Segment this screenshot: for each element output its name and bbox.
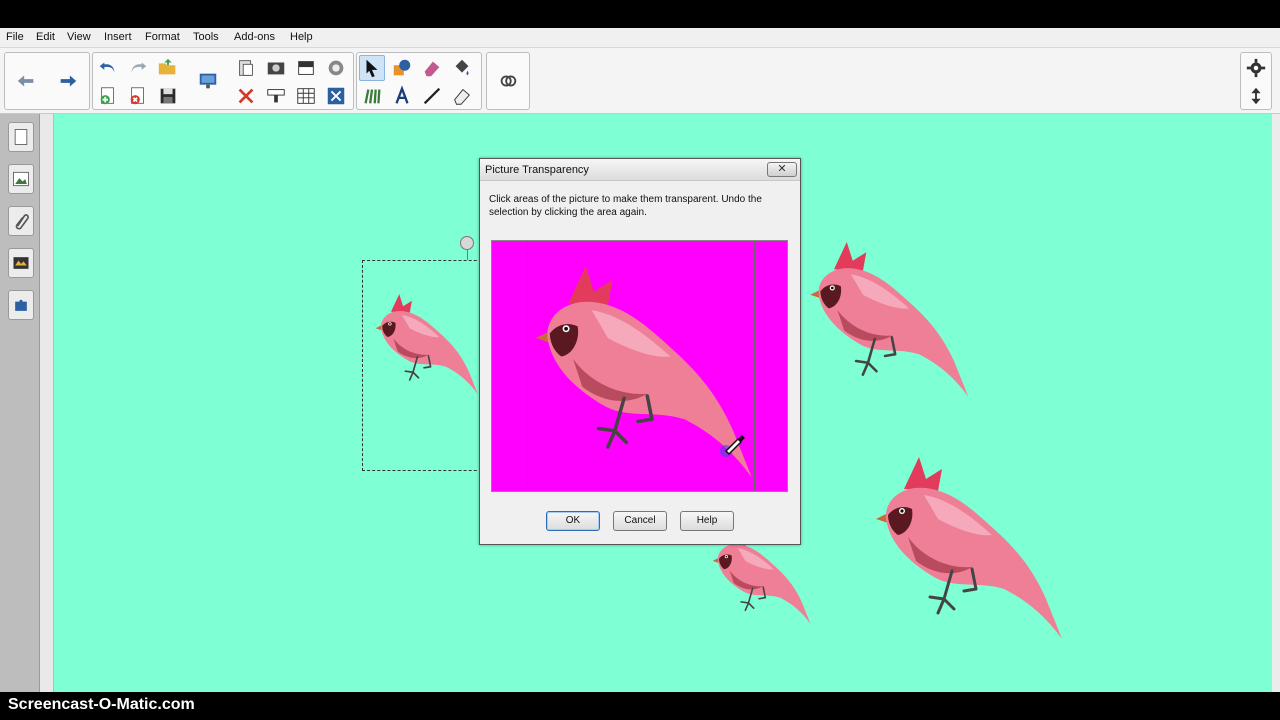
settings-icon[interactable]: [1243, 55, 1269, 81]
toolbar: [0, 48, 1280, 114]
document-camera-icon[interactable]: [323, 83, 349, 109]
save-icon[interactable]: [155, 83, 181, 109]
addons-icon[interactable]: [8, 290, 34, 320]
cancel-button[interactable]: Cancel: [613, 511, 667, 531]
dialog-title: Picture Transparency: [485, 164, 589, 176]
watermark: Screencast-O-Matic.com: [8, 696, 195, 713]
menu-tools[interactable]: Tools: [193, 31, 219, 43]
canvas-scrollbar[interactable]: [1272, 114, 1280, 692]
picture-preview[interactable]: [491, 240, 788, 492]
text-icon[interactable]: [389, 83, 415, 109]
close-icon[interactable]: ✕: [767, 162, 797, 177]
gallery-icon[interactable]: [8, 164, 34, 194]
cut-icon[interactable]: [233, 83, 259, 109]
redo-icon[interactable]: [125, 55, 151, 81]
delete-page-icon[interactable]: [125, 83, 151, 109]
picture-transparency-dialog: Picture Transparency ✕ Click areas of th…: [479, 158, 801, 545]
preview-border-right: [754, 241, 755, 491]
menu-insert[interactable]: Insert: [104, 31, 132, 43]
fill-icon[interactable]: [449, 55, 475, 81]
link-group: [486, 52, 530, 110]
attachments-icon[interactable]: [8, 206, 34, 236]
undo-icon[interactable]: [95, 55, 121, 81]
screen-shade-icon[interactable]: [293, 55, 319, 81]
select-icon[interactable]: [359, 55, 385, 81]
sidebar-scrollbar[interactable]: [40, 114, 54, 692]
eraser-icon[interactable]: [419, 55, 445, 81]
settings-group: [1240, 52, 1272, 110]
camera-icon[interactable]: [263, 55, 289, 81]
menu-format[interactable]: Format: [145, 31, 180, 43]
menu-view[interactable]: View: [67, 31, 91, 43]
menu-addons[interactable]: Add-ons: [234, 31, 275, 43]
link-icon[interactable]: [495, 68, 521, 94]
line-icon[interactable]: [419, 83, 445, 109]
side-tab-bar: [0, 114, 40, 692]
help-button[interactable]: Help: [680, 511, 734, 531]
shapes-icon[interactable]: [389, 55, 415, 81]
new-page-icon[interactable]: [95, 83, 121, 109]
screen: File Edit View Insert Format Tools Add-o…: [0, 0, 1280, 720]
cardinal-image[interactable]: [800, 226, 970, 406]
open-folder-icon[interactable]: [155, 55, 181, 81]
ok-button[interactable]: OK: [546, 511, 600, 531]
navigation-group: [4, 52, 90, 110]
rotate-handle[interactable]: [460, 236, 474, 250]
main-group: [92, 52, 354, 110]
clear-icon[interactable]: [263, 83, 289, 109]
menu-bar: File Edit View Insert Format Tools Add-o…: [0, 28, 1280, 48]
menu-edit[interactable]: Edit: [36, 31, 55, 43]
top-black-bar: [0, 0, 1280, 28]
rotate-handle-stem: [467, 250, 468, 260]
record-icon[interactable]: [323, 55, 349, 81]
cardinal-image[interactable]: [864, 444, 1064, 644]
dialog-instructions: Click areas of the picture to make them …: [489, 194, 762, 218]
dialog-titlebar[interactable]: Picture Transparency ✕: [480, 159, 800, 181]
eraser-tool-icon[interactable]: [449, 83, 475, 109]
pens-icon[interactable]: [359, 83, 385, 109]
table-icon[interactable]: [293, 83, 319, 109]
display-icon[interactable]: [195, 68, 221, 94]
selection-box[interactable]: [362, 260, 492, 471]
paste-icon[interactable]: [233, 55, 259, 81]
tools-group: [356, 52, 482, 110]
page-sorter-icon[interactable]: [8, 122, 34, 152]
eyedropper-cursor-icon: [720, 435, 745, 457]
move-toolbar-icon[interactable]: [1243, 83, 1269, 109]
menu-help[interactable]: Help: [290, 31, 313, 43]
forward-arrow-icon[interactable]: [55, 68, 81, 94]
back-arrow-icon[interactable]: [13, 68, 39, 94]
menu-file[interactable]: File: [6, 31, 24, 43]
properties-icon[interactable]: [8, 248, 34, 278]
